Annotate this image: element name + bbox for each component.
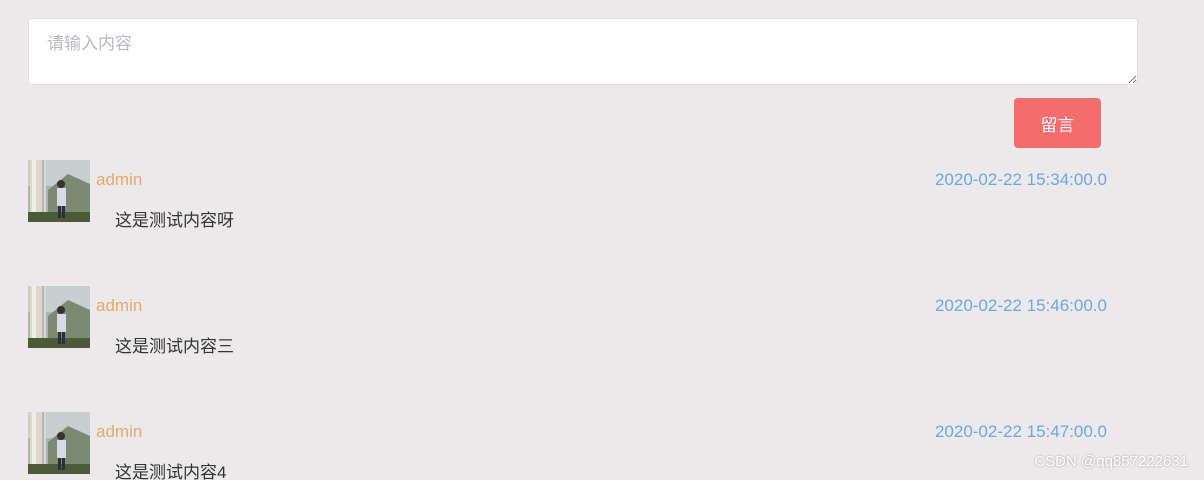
comment-content: 这是测试内容三: [115, 337, 234, 356]
avatar: [28, 286, 90, 348]
watermark: CSDN @qq857222631: [1034, 453, 1188, 470]
comment-item: admin 2020-02-22 15:46:00.0 这是测试内容三: [28, 286, 1118, 356]
message-input[interactable]: [28, 18, 1138, 85]
submit-message-button[interactable]: 留言: [1014, 98, 1101, 148]
avatar: [28, 160, 90, 222]
comment-content: 这是测试内容4: [115, 463, 227, 480]
comment-item: admin 2020-02-22 15:34:00.0 这是测试内容呀: [28, 160, 1118, 230]
comment-item: admin 2020-02-22 15:47:00.0 这是测试内容4: [28, 412, 1118, 480]
message-board-page: 留言 admin 2020-02-22 15:34:00.0 这是测试内容呀: [0, 0, 1204, 480]
comment-timestamp: 2020-02-22 15:34:00.0: [934, 170, 1107, 189]
comment-content: 这是测试内容呀: [115, 211, 234, 230]
comment-username: admin: [96, 170, 143, 189]
avatar: [28, 412, 90, 474]
comment-username: admin: [96, 296, 143, 315]
avatar-image: [28, 160, 90, 222]
avatar-image: [28, 412, 90, 474]
comment-timestamp: 2020-02-22 15:47:00.0: [934, 422, 1107, 441]
avatar-image: [28, 286, 90, 348]
comment-username: admin: [96, 422, 143, 441]
comment-timestamp: 2020-02-22 15:46:00.0: [934, 296, 1107, 315]
